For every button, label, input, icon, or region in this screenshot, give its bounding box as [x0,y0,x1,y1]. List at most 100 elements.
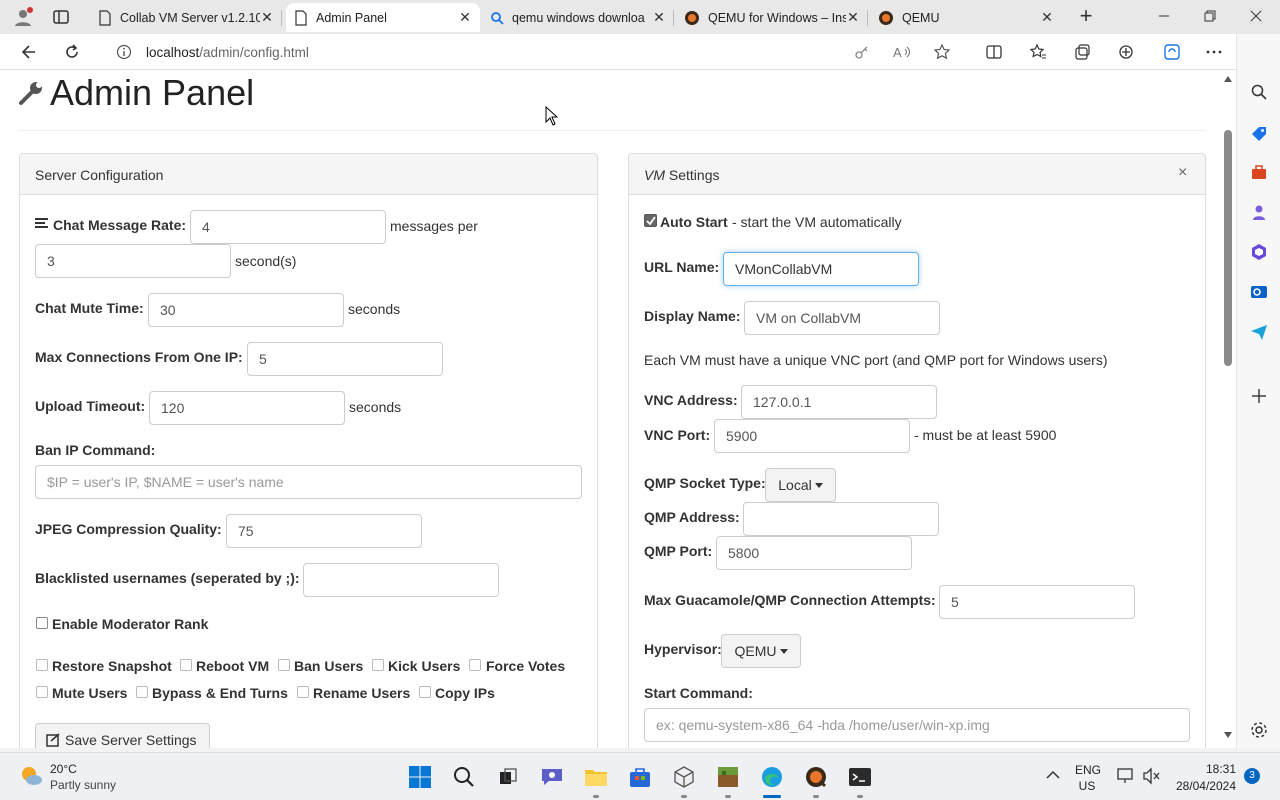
send-icon[interactable] [1249,322,1269,342]
qmp-port-input[interactable]: 5800 [716,536,912,570]
tab-admin-panel[interactable]: Admin Panel ✕ [286,3,480,32]
ban-users-checkbox[interactable] [278,659,290,671]
key-icon[interactable] [848,39,876,65]
qemu-taskbar-icon[interactable] [802,763,830,791]
close-panel-icon[interactable]: × [1178,164,1187,182]
notification-badge[interactable]: 3 [1244,768,1260,784]
scroll-down-icon[interactable] [1224,732,1232,738]
reboot-vm-checkbox[interactable] [180,659,192,671]
favorites-icon[interactable] [1024,39,1052,65]
profile-icon[interactable] [12,6,34,28]
qemu-logo-icon [878,10,894,26]
scroll-up-icon[interactable] [1224,76,1232,82]
network-icon[interactable] [1116,767,1136,785]
tab-qemu-for-windows[interactable]: QEMU for Windows – Ins ✕ [676,3,868,32]
close-tab-icon[interactable]: ✕ [260,9,274,26]
task-view-icon[interactable] [494,763,522,791]
page-scrollbar[interactable] [1220,70,1236,748]
back-icon[interactable] [14,39,42,65]
language-code[interactable]: ENG [1075,763,1101,777]
hypervisor-dropdown[interactable]: QEMU [721,634,801,668]
chat-icon[interactable] [538,763,566,791]
tab-qemu[interactable]: QEMU ✕ [870,3,1062,32]
read-aloud-icon[interactable]: A [888,39,916,65]
display-name-input[interactable]: VM on CollabVM [744,301,940,335]
edge-sidebar [1236,34,1280,748]
add-sidebar-icon[interactable] [1249,386,1269,406]
sidebar-settings-icon[interactable] [1249,720,1269,740]
max-attempts-input[interactable]: 5 [939,585,1135,619]
taskbar-search-icon[interactable] [450,763,478,791]
chat-rate-messages-input[interactable]: 4 [190,210,386,244]
moderator-rank-checkbox[interactable] [36,617,48,629]
force-votes-checkbox[interactable] [469,659,481,671]
clock-time[interactable]: 18:31 [1176,762,1236,776]
bypass-turns-checkbox[interactable] [136,686,148,698]
tab-collab-vm-server[interactable]: Collab VM Server v1.2.10 ✕ [90,3,282,32]
url-name-input[interactable]: VMonCollabVM [723,252,919,286]
mute-users-checkbox[interactable] [36,686,48,698]
new-tab-icon[interactable]: + [1076,5,1096,27]
language-region[interactable]: US [1075,779,1099,793]
chat-rate-seconds-input[interactable]: 3 [35,244,231,278]
scrollbar-thumb[interactable] [1224,130,1232,366]
tab-qemu-windows-download[interactable]: qemu windows downloa ✕ [482,3,674,32]
weather-sun-icon[interactable] [18,763,44,789]
info-icon[interactable] [116,44,132,60]
volume-muted-icon[interactable] [1142,767,1162,785]
address-field[interactable]: localhost/admin/config.html [104,37,964,67]
start-windows-icon[interactable] [406,763,434,791]
chevron-up-icon[interactable] [1046,770,1060,780]
vnc-port-input[interactable]: 5900 [714,419,910,453]
microsoft-365-icon[interactable] [1249,242,1269,262]
games-icon[interactable] [1249,202,1269,222]
close-window-icon[interactable] [1248,8,1264,24]
minecraft-icon[interactable] [714,763,742,791]
qmp-address-input[interactable] [743,502,939,536]
extensions-icon[interactable] [1112,39,1140,65]
jpeg-quality-input[interactable]: 75 [226,514,422,548]
start-command-input[interactable]: ex: qemu-system-x86_64 -hda /home/user/w… [644,708,1190,742]
minimize-icon[interactable] [1156,8,1172,24]
upload-timeout-input[interactable]: 120 [149,391,345,425]
start-command-label: Start Command: [644,685,753,701]
clock-date[interactable]: 28/04/2024 [1166,779,1236,793]
file-explorer-icon[interactable] [582,763,610,791]
split-screen-icon[interactable] [980,39,1008,65]
save-server-settings-button[interactable]: Save Server Settings [35,723,210,748]
more-menu-icon[interactable] [1200,39,1228,65]
edge-refresh-icon[interactable] [1158,39,1186,65]
toolbox-icon[interactable] [1249,162,1269,182]
collections-icon[interactable] [1068,39,1096,65]
vnc-address-input[interactable]: 127.0.0.1 [741,385,937,419]
refresh-icon[interactable] [58,39,86,65]
copy-ips-checkbox[interactable] [419,686,431,698]
virtual-machine-icon[interactable] [670,763,698,791]
close-tab-icon[interactable]: ✕ [652,9,666,26]
search-icon[interactable] [1249,82,1269,102]
restore-icon[interactable] [1202,8,1218,24]
restore-snapshot-checkbox[interactable] [36,659,48,671]
favorite-star-icon[interactable] [928,39,956,65]
windows-taskbar: 20°C Partly sunny ENG US 18:31 28/04/202… [0,752,1280,800]
edge-browser-icon[interactable] [758,763,786,791]
weather-temp[interactable]: 20°C [50,762,77,776]
close-tab-icon[interactable]: ✕ [458,9,472,26]
tab-actions-icon[interactable] [52,8,70,26]
blacklist-input[interactable] [303,563,499,597]
ban-command-input[interactable]: $IP = user's IP, $NAME = user's name [35,465,582,499]
max-connections-label: Max Connections From One IP: [35,349,243,365]
kick-users-checkbox[interactable] [372,659,384,671]
outlook-icon[interactable] [1249,282,1269,302]
shopping-tag-icon[interactable] [1249,124,1269,144]
close-tab-icon[interactable]: ✕ [846,9,860,26]
max-connections-input[interactable]: 5 [247,342,443,376]
weather-description[interactable]: Partly sunny [50,778,116,792]
rename-users-checkbox[interactable] [297,686,309,698]
mute-time-input[interactable]: 30 [148,293,344,327]
auto-start-checkbox[interactable] [644,214,657,227]
close-tab-icon[interactable]: ✕ [1040,9,1054,26]
qmp-socket-dropdown[interactable]: Local [765,468,836,502]
terminal-icon[interactable] [846,763,874,791]
microsoft-store-icon[interactable] [626,763,654,791]
